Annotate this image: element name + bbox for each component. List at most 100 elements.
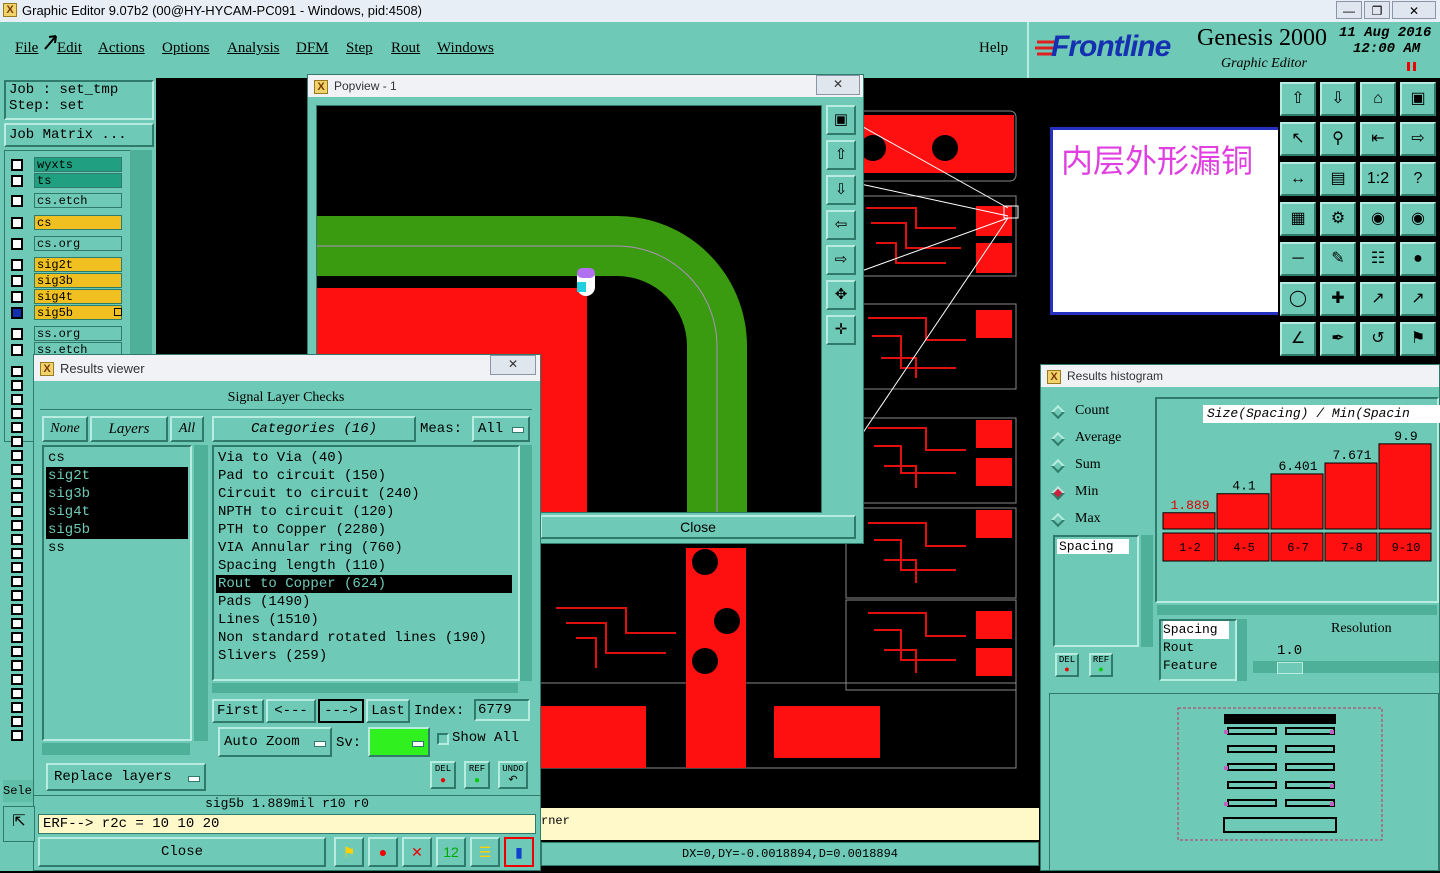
zoom-out-icon[interactable]: ⇩ [826, 175, 856, 205]
layer-checkbox[interactable] [11, 632, 23, 643]
layer-name-sig3b[interactable]: sig3b [34, 273, 122, 288]
layer-checkbox[interactable] [11, 307, 23, 319]
layer-checkbox[interactable] [11, 534, 23, 545]
layer-checkbox[interactable] [11, 702, 23, 713]
result-layer-item[interactable]: sig4t [46, 503, 188, 521]
layer-checkbox[interactable] [11, 604, 23, 615]
menu-windows[interactable]: Windows [437, 40, 494, 57]
radio-icon[interactable] [1050, 404, 1066, 420]
layers-none-button[interactable]: None [42, 416, 88, 442]
window-icon[interactable]: ▣ [1400, 82, 1436, 116]
layer-name-cs.etch[interactable]: cs.etch [34, 193, 122, 208]
histogram-option-count[interactable]: Count [1050, 403, 1151, 423]
layer-checkbox[interactable] [11, 238, 23, 250]
menu-dfm[interactable]: DFM [296, 40, 329, 57]
clear-icon[interactable]: ✕ [402, 837, 432, 867]
pan-right-icon[interactable]: ⇨ [826, 245, 856, 275]
layer-checkbox[interactable] [11, 175, 23, 187]
resolution-slider-thumb[interactable] [1277, 662, 1303, 674]
histogram-option-average[interactable]: Average [1050, 430, 1151, 450]
layer-checkbox[interactable] [11, 506, 23, 517]
histogram-option-max[interactable]: Max [1050, 511, 1151, 531]
result-layer-item[interactable]: sig5b [46, 521, 188, 539]
layer-checkbox[interactable] [11, 159, 23, 171]
fit-icon[interactable]: ✥ [826, 280, 856, 310]
histogram-feature-list[interactable]: Spacing Rout Feature [1159, 619, 1237, 681]
meas-dropdown[interactable]: All [472, 416, 530, 442]
export-icon[interactable]: ⇧ [1280, 82, 1316, 116]
sv-dropdown[interactable] [368, 727, 430, 757]
layer-checkbox[interactable] [11, 590, 23, 601]
menu-step[interactable]: Step [346, 40, 373, 57]
result-category-item[interactable]: Circuit to circuit (240) [216, 485, 518, 503]
layer-checkbox[interactable] [11, 478, 23, 489]
del-button[interactable]: DEL ● [430, 761, 456, 789]
result-layer-item[interactable]: sig2t [46, 467, 188, 485]
histogram-bar[interactable] [1216, 493, 1270, 530]
line-icon[interactable]: ─ [1280, 242, 1316, 276]
result-category-item[interactable]: PTH to Copper (2280) [216, 521, 518, 539]
result-category-item[interactable]: Pads (1490) [216, 593, 518, 611]
layer-name-cs.org[interactable]: cs.org [34, 236, 122, 251]
layer-checkbox[interactable] [11, 275, 23, 287]
radio-icon[interactable] [1050, 485, 1066, 501]
result-category-item[interactable]: Non standard rotated lines (190) [216, 629, 518, 647]
layer-name-sig5b[interactable]: sig5b [34, 305, 122, 320]
flag-icon[interactable]: ⚑ [1400, 322, 1436, 356]
last-button[interactable]: Last [366, 699, 410, 723]
result-category-item[interactable]: Rout to Copper (624) [216, 575, 512, 593]
layer-checkbox[interactable] [11, 548, 23, 559]
menu-file[interactable]: File [15, 40, 38, 57]
attr-list-scrollbar[interactable] [1141, 535, 1153, 647]
layer-checkbox[interactable] [11, 259, 23, 271]
layer-list-hscrollbar[interactable] [42, 743, 190, 755]
report-icon[interactable]: ☰ [470, 837, 500, 867]
layer-checkbox[interactable] [11, 730, 23, 741]
dot-icon[interactable]: ● [1400, 242, 1436, 276]
histogram-bar[interactable] [1378, 443, 1432, 530]
layer-checkbox[interactable] [11, 492, 23, 503]
resize-icon[interactable]: ⇱ [3, 806, 35, 842]
scale-bar-icon[interactable]: ☷ [1360, 242, 1396, 276]
popview-close-icon[interactable]: ✕ [816, 75, 860, 95]
chart-icon[interactable]: ▮ [504, 837, 534, 867]
layer-checkbox[interactable] [11, 217, 23, 229]
zoom-in-icon[interactable]: ⇧ [826, 140, 856, 170]
histogram-del-button[interactable]: DEL ● [1055, 653, 1079, 677]
feature-item[interactable]: Feature [1163, 657, 1235, 675]
link-icon[interactable]: ↗ [1360, 282, 1396, 316]
measure-icon[interactable]: ↔ [1280, 162, 1316, 196]
first-button[interactable]: First [212, 699, 264, 723]
ruler-icon[interactable]: ▤ [1320, 162, 1356, 196]
menu-options[interactable]: Options [162, 40, 210, 57]
layer-name-ts[interactable]: ts [34, 173, 122, 188]
home-icon[interactable]: ⌂ [1360, 82, 1396, 116]
step-in-icon[interactable]: ⇤ [1360, 122, 1396, 156]
layer-checkbox[interactable] [11, 450, 23, 461]
board-thumbnail[interactable] [1049, 693, 1439, 871]
scale-icon[interactable]: 1:2 [1360, 162, 1396, 196]
layer-checkbox[interactable] [11, 380, 23, 391]
draw-icon[interactable]: ✒ [1320, 322, 1356, 356]
layer-name-cs[interactable]: cs [34, 215, 122, 230]
next-button[interactable]: ---> [318, 699, 364, 723]
auto-zoom-dropdown[interactable]: Auto Zoom [218, 727, 332, 757]
result-layer-item[interactable]: ss [46, 539, 188, 557]
settings-icon[interactable]: ◉ [1400, 202, 1436, 236]
layers-all-button[interactable]: All [170, 416, 204, 442]
result-category-item[interactable]: NPTH to circuit (120) [216, 503, 518, 521]
import-icon[interactable]: ⇩ [1320, 82, 1356, 116]
menu-actions[interactable]: Actions [98, 40, 145, 57]
results-category-list[interactable]: Via to Via (40) Pad to circuit (150) Circu… [212, 445, 520, 681]
layer-checkbox[interactable] [11, 674, 23, 685]
select-icon[interactable]: ◉ [1360, 202, 1396, 236]
layer-checkbox[interactable] [11, 520, 23, 531]
category-list-scrollbar[interactable] [520, 445, 532, 681]
histogram-ref-button[interactable]: REF ● [1089, 653, 1113, 677]
layer-checkbox[interactable] [11, 716, 23, 727]
layer-checkbox[interactable] [11, 195, 23, 207]
feature-list-scrollbar[interactable] [1237, 619, 1247, 681]
job-matrix-button[interactable]: Job Matrix ... [4, 123, 154, 147]
maximize-icon[interactable]: ❐ [1364, 1, 1390, 19]
flag-tool-icon[interactable]: ⚑ [334, 837, 364, 867]
